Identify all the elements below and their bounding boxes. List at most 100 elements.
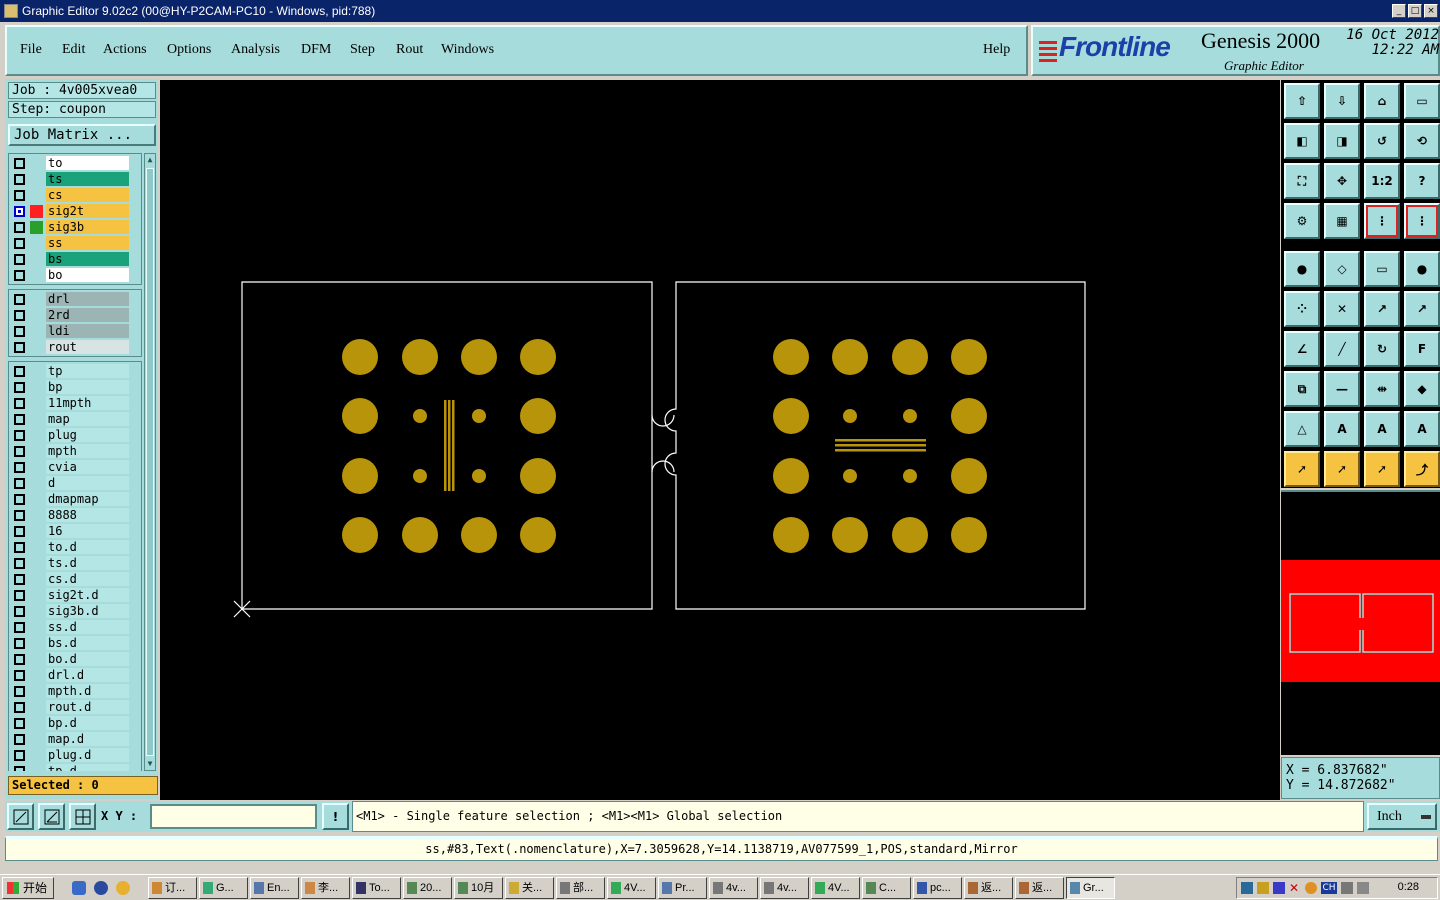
overview-window[interactable] [1281, 490, 1440, 755]
menu-help[interactable]: Help [983, 42, 1010, 58]
layer-row[interactable]: 11mpth [9, 395, 141, 411]
scroll-down-icon[interactable]: ▼ [145, 758, 155, 770]
layer-row[interactable]: bp [9, 379, 141, 395]
menu-step[interactable]: Step [350, 42, 375, 58]
layer-name[interactable]: d [46, 476, 129, 490]
layer-checkbox[interactable] [14, 238, 25, 249]
window-button[interactable]: ▭ [1404, 83, 1440, 119]
layer-name[interactable]: ts.d [46, 556, 129, 570]
layer-row[interactable]: mpth [9, 443, 141, 459]
layer-name[interactable]: bp.d [46, 716, 129, 730]
help-tray-icon[interactable] [1305, 882, 1317, 894]
layer-checkbox[interactable] [14, 430, 25, 441]
layer-name[interactable]: ts [46, 172, 129, 186]
menu-edit[interactable]: Edit [62, 42, 85, 58]
home-button[interactable]: ⌂ [1364, 83, 1400, 119]
units-dropdown[interactable]: Inch [1367, 803, 1437, 830]
layer-row[interactable]: to [9, 155, 141, 171]
layer-row[interactable]: tp [9, 363, 141, 379]
taskbar-task[interactable]: G... [199, 877, 248, 899]
highlight-button[interactable]: ➚ [1364, 451, 1400, 487]
menu-windows[interactable]: Windows [441, 42, 494, 58]
layer-checkbox[interactable] [14, 702, 25, 713]
graphic-canvas[interactable] [160, 80, 1280, 800]
layer-checkbox[interactable] [14, 542, 25, 553]
layer-name[interactable]: drl [46, 292, 129, 306]
taskbar-task[interactable]: 订... [148, 877, 197, 899]
desktop-icon[interactable] [72, 881, 86, 895]
layer-name[interactable]: bs.d [46, 636, 129, 650]
layer-checkbox[interactable] [14, 190, 25, 201]
grid-snap-icon[interactable] [69, 803, 96, 830]
layer-row[interactable]: d [9, 475, 141, 491]
layer-name[interactable]: ldi [46, 324, 129, 338]
taskbar-task[interactable]: 部... [556, 877, 605, 899]
delete-button[interactable]: ✕ [1324, 291, 1360, 327]
layer-name[interactable]: sig2t [46, 204, 129, 218]
settings-tray-icon[interactable] [1357, 882, 1369, 894]
network-icon[interactable] [1241, 882, 1253, 894]
scroll-up-icon[interactable]: ▲ [145, 154, 155, 166]
layer-checkbox[interactable] [14, 606, 25, 617]
resize-button[interactable]: ↗ [1364, 291, 1400, 327]
layer-checkbox[interactable] [14, 622, 25, 633]
angle-snap-icon[interactable] [38, 803, 65, 830]
menu-dfm[interactable]: DFM [301, 42, 331, 58]
layer-name[interactable]: tp.d [46, 764, 129, 771]
layer-checkbox[interactable] [14, 270, 25, 281]
layer-row[interactable]: 8888 [9, 507, 141, 523]
layer-row[interactable]: mpth.d [9, 683, 141, 699]
redo-button[interactable]: ⟲ [1404, 123, 1440, 159]
menu-rout[interactable]: Rout [396, 42, 423, 58]
layer-checkbox[interactable] [14, 638, 25, 649]
grid-button[interactable]: ▦ [1324, 203, 1360, 239]
layer-name[interactable]: bs [46, 252, 129, 266]
transform-button[interactable]: ↗ [1404, 291, 1440, 327]
menu-file[interactable]: File [20, 42, 42, 58]
taskbar-task[interactable]: En... [250, 877, 299, 899]
taskbar-task[interactable]: 4v... [709, 877, 758, 899]
layer-checkbox[interactable] [14, 718, 25, 729]
add-surface-button[interactable]: ◇ [1324, 251, 1360, 287]
layer-row[interactable]: ts [9, 171, 141, 187]
layer-row[interactable]: rout.d [9, 699, 141, 715]
maximize-button[interactable]: □ [1408, 4, 1422, 18]
layer-checkbox[interactable] [14, 366, 25, 377]
layer-row[interactable]: cvia [9, 459, 141, 475]
layer-row[interactable]: ss.d [9, 619, 141, 635]
layer-checkbox[interactable] [14, 174, 25, 185]
menu-actions[interactable]: Actions [103, 42, 147, 58]
taskbar-task[interactable]: 10月 [454, 877, 503, 899]
layer-row[interactable]: cs [9, 187, 141, 203]
layer-name[interactable]: mpth.d [46, 684, 129, 698]
layer-checkbox[interactable] [14, 206, 25, 217]
language-indicator[interactable]: CH [1321, 882, 1337, 894]
taskbar-task[interactable]: Gr... [1066, 877, 1115, 899]
triangle-button[interactable]: △ [1284, 411, 1320, 447]
layer-checkbox[interactable] [14, 750, 25, 761]
menu-analysis[interactable]: Analysis [231, 42, 280, 58]
layer-checkbox[interactable] [14, 654, 25, 665]
layer-row[interactable]: sig3b.d [9, 603, 141, 619]
job-matrix-button[interactable]: Job Matrix ... [8, 124, 156, 146]
layer-name[interactable]: bp [46, 380, 129, 394]
zoom-fit-button[interactable]: ⛶ [1284, 163, 1320, 199]
layer-checkbox[interactable] [14, 494, 25, 505]
pan-right-button[interactable]: ◨ [1324, 123, 1360, 159]
taskbar-task[interactable]: 20... [403, 877, 452, 899]
layer-row[interactable]: cs.d [9, 571, 141, 587]
open-step-button[interactable]: ⇧ [1284, 83, 1320, 119]
layer-name[interactable]: cs [46, 188, 129, 202]
layer-name[interactable]: dmapmap [46, 492, 129, 506]
layer-checkbox[interactable] [14, 326, 25, 337]
layer-row[interactable]: rout [9, 339, 141, 355]
snap-mode-icon[interactable] [7, 803, 34, 830]
help-button[interactable]: ? [1404, 163, 1440, 199]
layer-name[interactable]: sig3b.d [46, 604, 129, 618]
layer-list-scrollbar[interactable]: ▲ ▼ [144, 153, 156, 771]
pen-icon[interactable] [1257, 882, 1269, 894]
move-nodes-button[interactable]: ⁘ [1284, 291, 1320, 327]
taskbar-task[interactable]: C... [862, 877, 911, 899]
layer-name[interactable]: bo.d [46, 652, 129, 666]
layer-checkbox[interactable] [14, 574, 25, 585]
